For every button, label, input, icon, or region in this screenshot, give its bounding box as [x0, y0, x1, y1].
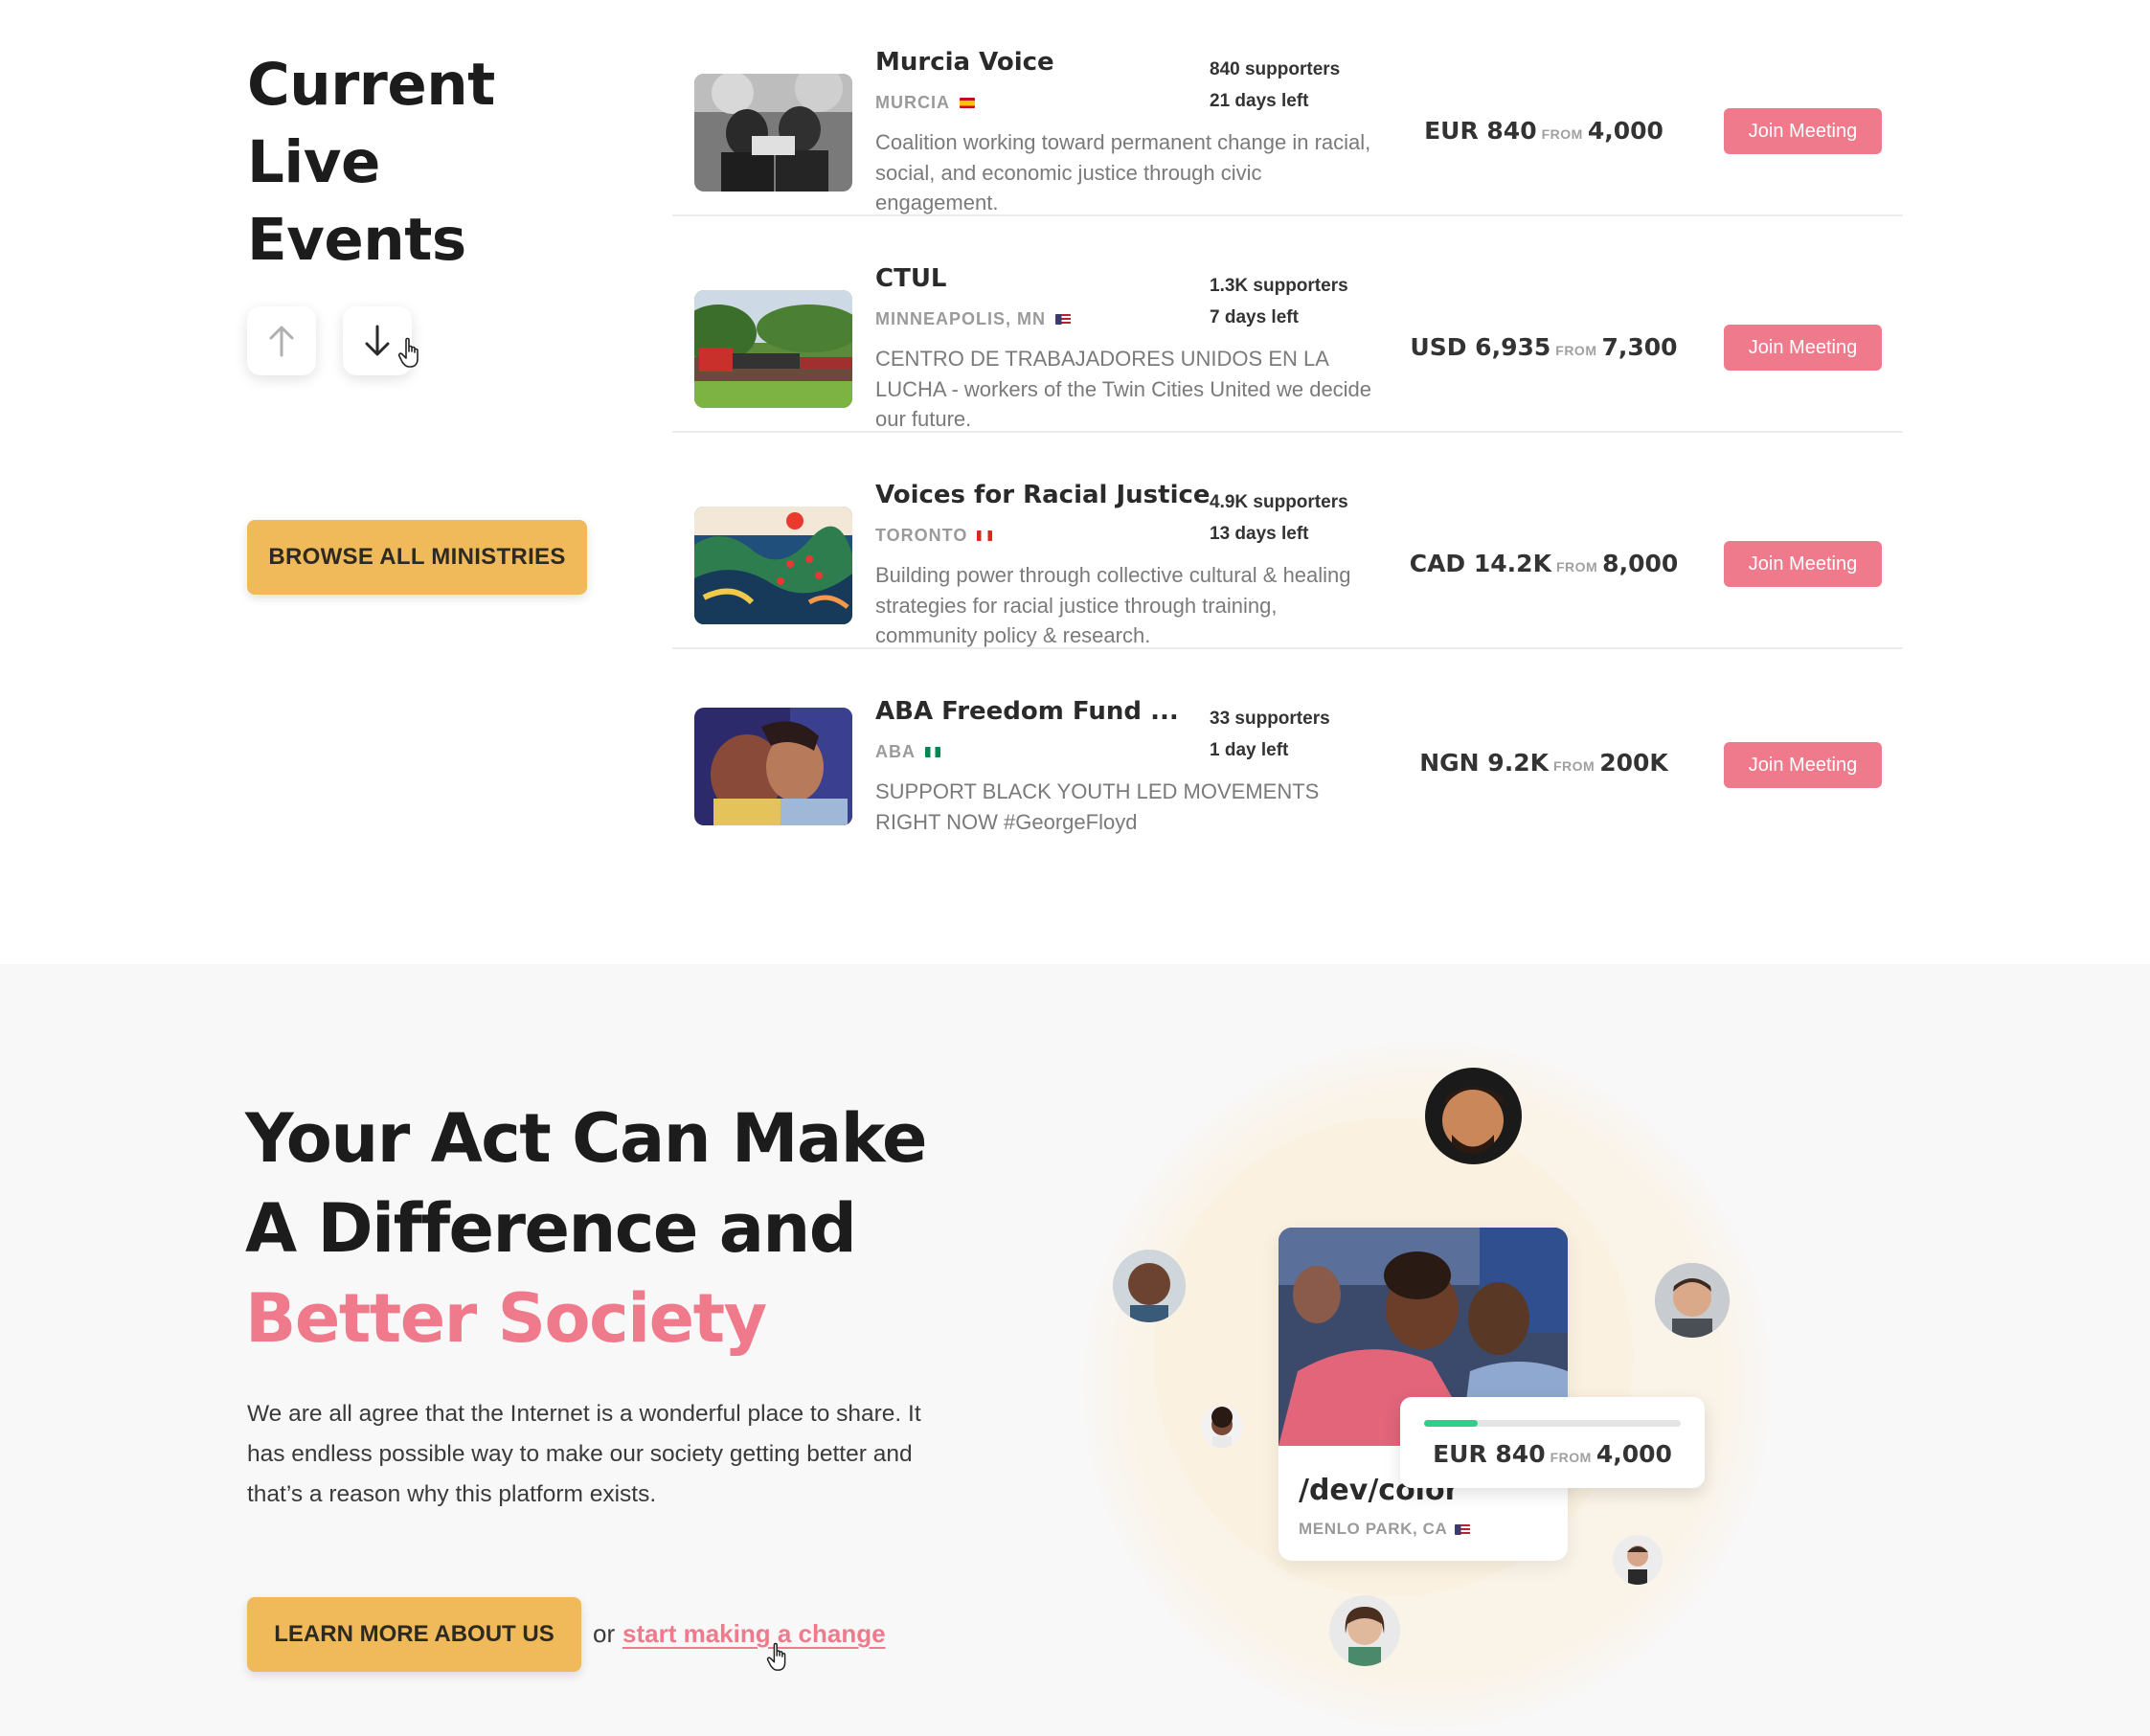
event-location: TORONTO: [875, 526, 993, 546]
spain-flag-icon: [960, 98, 975, 108]
event-name[interactable]: Voices for Racial Justice: [875, 481, 1211, 509]
event-raised: CAD 14.2K: [1409, 550, 1551, 577]
event-name[interactable]: ABA Freedom Fund ...: [875, 697, 1179, 726]
events-title-line: Events: [247, 206, 466, 274]
event-name[interactable]: CTUL: [875, 264, 947, 293]
usa-flag-icon: [1055, 314, 1072, 325]
browse-all-ministries-button[interactable]: BROWSE ALL MINISTRIES: [247, 520, 587, 595]
events-title: Current Live Events: [247, 46, 554, 279]
event-location-label: MINNEAPOLIS, MN: [875, 309, 1047, 328]
funding-progress-bar: [1424, 1420, 1681, 1427]
featured-event-location: MENLO PARK, CA: [1299, 1520, 1471, 1539]
event-location: ABA: [875, 742, 940, 762]
event-supporters: 1.3K supporters: [1210, 276, 1348, 296]
hero-section: Your Act Can Make A Difference and Bette…: [0, 964, 2150, 1736]
event-thumbnail[interactable]: [694, 290, 852, 408]
supporter-avatar: [1425, 1068, 1522, 1164]
event-location: MURCIA: [875, 93, 975, 113]
start-making-change-link[interactable]: start making a change: [622, 1619, 886, 1649]
event-funding: CAD 14.2K FROM 8,000: [1400, 550, 1687, 577]
event-days-left: 1 day left: [1210, 740, 1289, 760]
event-funding: NGN 9.2K FROM 200K: [1400, 749, 1687, 777]
event-thumbnail[interactable]: [694, 74, 852, 192]
event-goal: 4,000: [1587, 117, 1663, 145]
hero-title-line: A Difference and: [245, 1189, 857, 1268]
event-funding: EUR 840 FROM 4,000: [1400, 117, 1687, 145]
event-description: CENTRO DE TRABAJADORES UNIDOS EN LA LUCH…: [875, 347, 1372, 431]
event-supporters: 33 supporters: [1210, 709, 1330, 729]
event-raised: USD 6,935: [1410, 333, 1551, 361]
event-stats: 840 supporters 21 days left: [1210, 54, 1340, 117]
event-from-label: FROM: [1541, 126, 1583, 142]
event-location-label: ABA: [875, 742, 916, 761]
event-location-label: MURCIA: [875, 93, 950, 112]
event-description: SUPPORT BLACK YOUTH LED MOVEMENTS RIGHT …: [875, 779, 1320, 834]
canada-flag-icon: [977, 530, 993, 541]
supporter-avatar: [1329, 1595, 1400, 1666]
event-thumbnail[interactable]: [694, 507, 852, 624]
event-days-left: 7 days left: [1210, 307, 1299, 327]
event-description: Coalition working toward permanent chang…: [875, 130, 1371, 214]
event-location-label: TORONTO: [875, 526, 968, 545]
event-raised: NGN 9.2K: [1419, 749, 1549, 777]
hero-description: We are all agree that the Internet is a …: [247, 1401, 921, 1507]
hero-title: Your Act Can Make A Difference and Bette…: [245, 1093, 927, 1364]
events-title-line: Current: [247, 51, 495, 119]
event-stats: 33 supporters 1 day left: [1210, 703, 1330, 766]
featured-funding-card: EUR 840 FROM 4,000: [1400, 1397, 1705, 1488]
event-from-label: FROM: [1552, 758, 1596, 774]
event-from-label: FROM: [1555, 559, 1598, 575]
or-text: or: [593, 1619, 616, 1648]
join-meeting-button[interactable]: Join Meeting: [1724, 742, 1882, 788]
event-goal: 200K: [1599, 749, 1668, 777]
featured-event-card[interactable]: /dev/color MENLO PARK, CA: [1279, 1228, 1568, 1561]
event-stats: 1.3K supporters 7 days left: [1210, 270, 1348, 333]
featured-funding-amount: EUR 840 FROM 4,000: [1400, 1440, 1705, 1468]
event-location: MINNEAPOLIS, MN: [875, 309, 1072, 329]
usa-flag-icon: [1455, 1523, 1471, 1535]
hero-title-accent: Better Society: [245, 1279, 767, 1358]
scroll-up-button[interactable]: [247, 306, 316, 375]
event-row: CTUL MINNEAPOLIS, MN CENTRO DE TRABAJADO…: [672, 216, 1903, 433]
arrow-up-icon: [269, 326, 294, 357]
event-supporters: 4.9K supporters: [1210, 492, 1348, 512]
event-stats: 4.9K supporters 13 days left: [1210, 486, 1348, 550]
event-goal: 7,300: [1601, 333, 1678, 361]
event-row: ABA Freedom Fund ... ABA SUPPORT BLACK Y…: [672, 649, 1903, 866]
join-meeting-button[interactable]: Join Meeting: [1724, 325, 1882, 371]
featured-event-location-label: MENLO PARK, CA: [1299, 1520, 1448, 1538]
supporter-avatar: [1613, 1535, 1663, 1585]
event-funding: USD 6,935 FROM 7,300: [1400, 333, 1687, 361]
featured-raised: EUR 840: [1433, 1440, 1546, 1468]
live-events-section: Current Live Events BROWSE ALL MINISTRIE…: [0, 0, 2150, 964]
event-days-left: 21 days left: [1210, 91, 1309, 111]
featured-goal: 4,000: [1596, 1440, 1672, 1468]
event-from-label: FROM: [1555, 343, 1597, 358]
hero-title-line: Your Act Can Make: [245, 1099, 927, 1178]
supporter-avatar: [1655, 1263, 1730, 1338]
join-meeting-button[interactable]: Join Meeting: [1724, 541, 1882, 587]
nigeria-flag-icon: [925, 747, 940, 757]
event-thumbnail[interactable]: [694, 708, 852, 825]
scroll-down-button[interactable]: [343, 306, 412, 375]
event-goal: 8,000: [1602, 550, 1679, 577]
event-row: Voices for Racial Justice TORONTO Buildi…: [672, 433, 1903, 649]
event-description: Building power through collective cultur…: [875, 563, 1351, 647]
event-name[interactable]: Murcia Voice: [875, 48, 1054, 77]
event-row: Murcia Voice MURCIA Coalition working to…: [672, 0, 1903, 216]
events-title-line: Live: [247, 128, 380, 196]
funding-progress-fill: [1424, 1420, 1479, 1427]
supporter-avatar: [1113, 1250, 1186, 1322]
featured-from-label: FROM: [1550, 1450, 1592, 1465]
learn-more-button[interactable]: LEARN MORE ABOUT US: [247, 1597, 581, 1672]
join-meeting-button[interactable]: Join Meeting: [1724, 108, 1882, 154]
arrow-down-icon: [365, 325, 390, 356]
event-supporters: 840 supporters: [1210, 59, 1341, 79]
supporter-avatar: [1201, 1406, 1243, 1448]
event-raised: EUR 840: [1424, 117, 1537, 145]
event-days-left: 13 days left: [1210, 524, 1309, 544]
